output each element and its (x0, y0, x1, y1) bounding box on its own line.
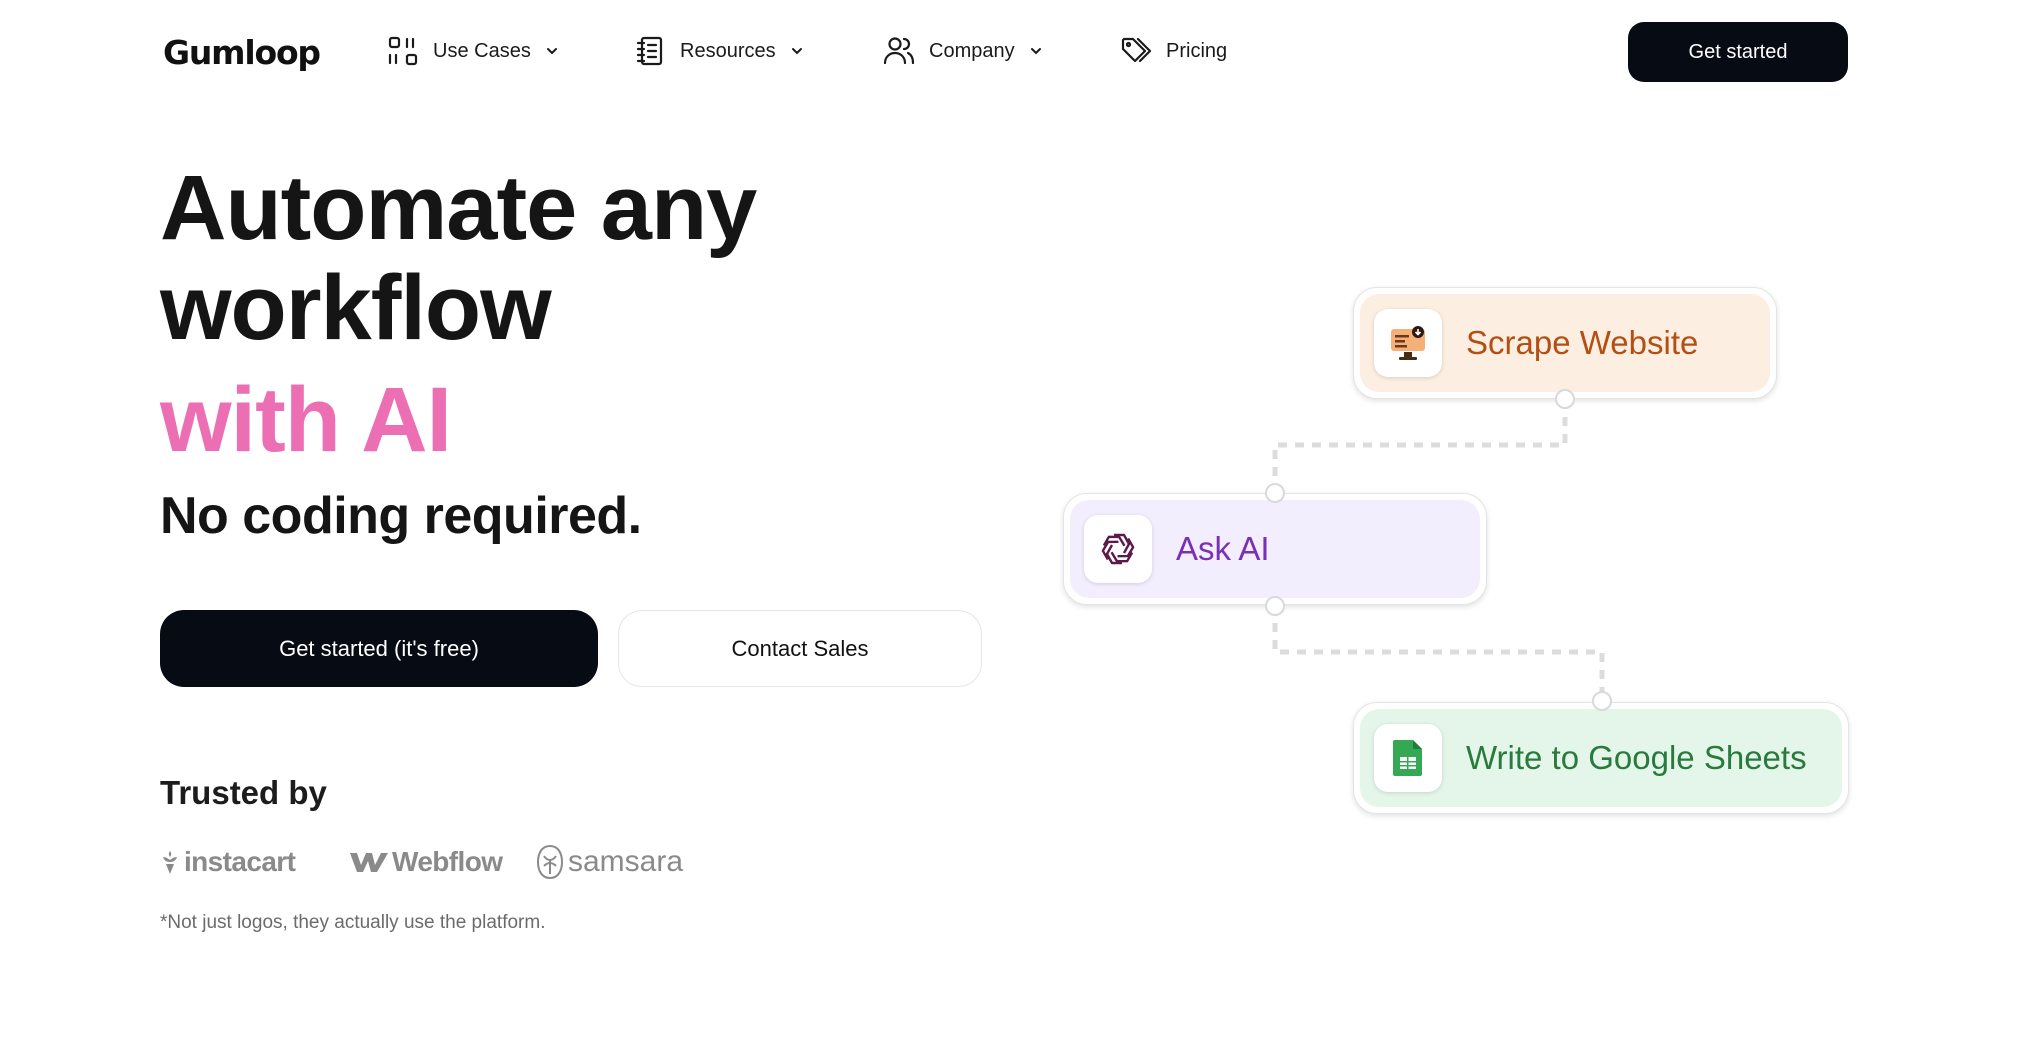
webflow-w-icon (350, 853, 388, 872)
connector-handle[interactable] (1265, 483, 1285, 503)
openai-icon (1101, 533, 1135, 565)
google-sheets-icon (1393, 740, 1422, 776)
samsara-emblem-icon (536, 844, 564, 880)
node-icon-box (1084, 515, 1152, 583)
connector-handle[interactable] (1592, 691, 1612, 711)
node-body: Scrape Website (1360, 294, 1770, 392)
nav-item-label: Company (929, 39, 1015, 62)
get-started-button[interactable]: Get started (1628, 22, 1848, 82)
price-tag-icon (1121, 37, 1152, 63)
connector-handle[interactable] (1555, 389, 1575, 409)
trusted-by-heading: Trusted by (160, 774, 327, 811)
chevron-down-icon (546, 48, 557, 55)
hero-subheadline: No coding required. (160, 487, 642, 545)
node-body: Ask AI (1070, 500, 1480, 598)
nav-item-label: Resources (680, 39, 776, 62)
node-icon-box (1374, 309, 1442, 377)
workflow-node-google-sheets[interactable]: Write to Google Sheets (1353, 702, 1849, 814)
nav-item-resources[interactable]: Resources (634, 28, 804, 74)
nav-item-label: Use Cases (433, 39, 531, 62)
node-icon-box (1374, 724, 1442, 792)
samsara-wordmark: samsara (568, 845, 684, 878)
use-cases-icon (388, 36, 418, 66)
connector-handle[interactable] (1265, 596, 1285, 616)
node-label: Ask AI (1176, 530, 1270, 567)
instacart-logo: instacart (160, 846, 350, 878)
workflow-illustration: Scrape Website Ask AI Write to Google Sh… (1040, 270, 1900, 830)
gumloop-logo[interactable]: Gumloop (163, 30, 321, 74)
hero-headline-accent: with AI (160, 369, 452, 471)
instacart-wordmark: instacart (184, 846, 296, 877)
logo-text: Gumloop (163, 32, 321, 72)
nav-item-label: Pricing (1166, 39, 1228, 62)
node-label: Write to Google Sheets (1466, 739, 1807, 776)
top-navigation: Gumloop Use Cases Resources Company Pric… (0, 0, 2022, 104)
contact-sales-button[interactable]: Contact Sales (618, 610, 982, 687)
nav-item-use-cases[interactable]: Use Cases (387, 28, 559, 74)
hero-headline-line2: workflow (160, 257, 552, 359)
chevron-down-icon (791, 48, 802, 55)
scrape-website-icon (1391, 326, 1425, 360)
nav-item-pricing[interactable]: Pricing (1120, 28, 1227, 74)
node-label: Scrape Website (1466, 324, 1699, 361)
workflow-node-scrape-website[interactable]: Scrape Website (1353, 287, 1777, 399)
webflow-logo: Webflow (350, 846, 536, 878)
get-started-free-button[interactable]: Get started (it's free) (160, 610, 598, 687)
webflow-wordmark: Webflow (392, 846, 503, 877)
chevron-down-icon (1030, 48, 1041, 55)
hero-headline-line1: Automate any (160, 157, 757, 259)
samsara-logo: samsara (536, 844, 683, 880)
notebook-icon (636, 36, 663, 66)
trust-footnote: *Not just logos, they actually use the p… (160, 912, 546, 933)
carrot-icon (163, 851, 177, 874)
nav-item-company[interactable]: Company (883, 28, 1043, 74)
users-icon (883, 37, 915, 65)
node-body: Write to Google Sheets (1360, 709, 1842, 807)
workflow-node-ask-ai[interactable]: Ask AI (1063, 493, 1487, 605)
customer-logos: instacart Webflow samsara (160, 840, 683, 884)
